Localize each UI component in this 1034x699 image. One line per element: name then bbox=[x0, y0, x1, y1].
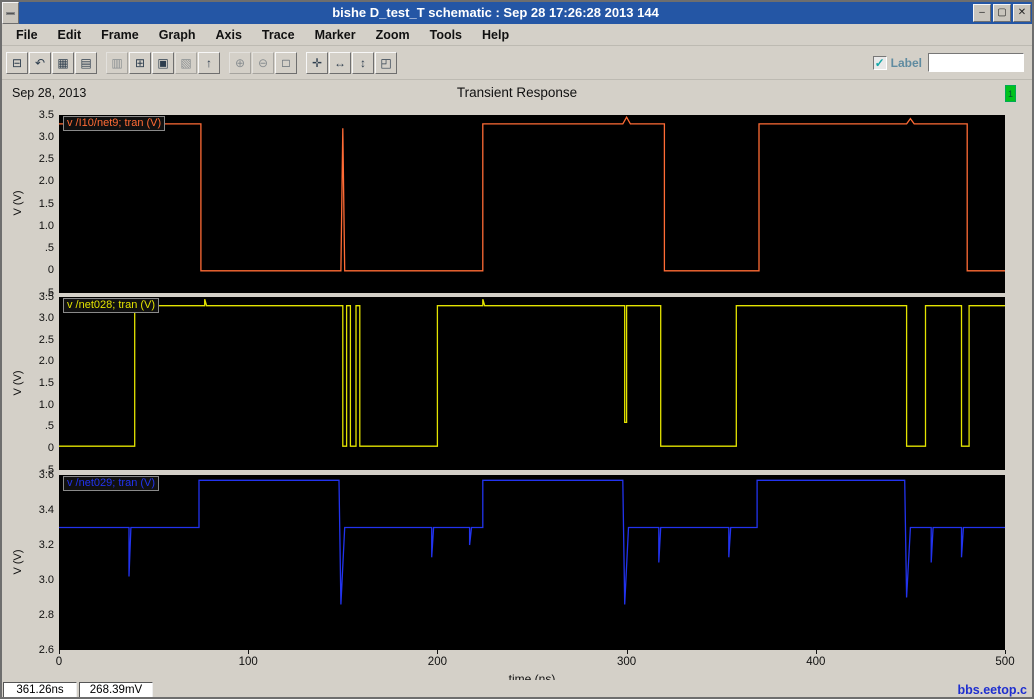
y-tick-label: 1.5 bbox=[38, 377, 54, 389]
y-tick-label: 1.0 bbox=[38, 398, 54, 411]
menu-help[interactable]: Help bbox=[472, 24, 519, 46]
zoom-in-icon[interactable]: ⊕ bbox=[229, 52, 251, 74]
y-tick-label: 2.5 bbox=[38, 333, 54, 346]
trace-label-2[interactable]: v /net028; tran (V) bbox=[63, 298, 160, 313]
label-checkbox[interactable]: ✓ bbox=[872, 55, 887, 70]
y-tick-label: 3.0 bbox=[38, 312, 54, 325]
plot-panel-1[interactable]: v /I10/net9; tran (V) bbox=[59, 115, 1005, 293]
x-tick-label: 200 bbox=[427, 656, 447, 668]
x-tick-mark bbox=[248, 650, 250, 654]
minimize-button[interactable]: – bbox=[973, 4, 991, 22]
zoom-box-icon[interactable]: □ bbox=[275, 52, 297, 74]
titlebar: bishe D_test_T schematic : Sep 28 17:26:… bbox=[2, 2, 1032, 24]
y-axis-title: V (V) bbox=[12, 548, 24, 575]
grid-icon[interactable]: ▦ bbox=[52, 52, 74, 74]
waveform-trace-1[interactable] bbox=[59, 115, 1005, 272]
y-tick-label: 1.5 bbox=[38, 197, 54, 210]
y-tick-label: 3.6 bbox=[38, 468, 54, 481]
y-tick-label: 3.4 bbox=[38, 503, 54, 516]
page-title: Transient Response bbox=[456, 85, 578, 100]
label-input[interactable] bbox=[928, 53, 1024, 72]
menu-graph[interactable]: Graph bbox=[149, 24, 206, 46]
window-menu-icon bbox=[6, 11, 15, 15]
toolbar-icons: ⊟ ↶ ▦ ▤ ▥ ⊞ ▣ ▧ ↑ ⊕ ⊖ □ ✛ ↔ ↕ ◰ bbox=[6, 52, 398, 74]
strip-chart-icon[interactable]: ▤ bbox=[75, 52, 97, 74]
marker-x-readout: 361.26ns bbox=[3, 682, 77, 697]
menu-zoom[interactable]: Zoom bbox=[366, 24, 420, 46]
close-button[interactable]: ✕ bbox=[1013, 4, 1031, 22]
y-tick-label: 1.0 bbox=[38, 219, 54, 232]
y-axis-title: V (V) bbox=[12, 369, 24, 396]
zoom-out-icon[interactable]: ⊖ bbox=[252, 52, 274, 74]
y-tick-label: 3.2 bbox=[38, 538, 54, 551]
toolbar: ⊟ ↶ ▦ ▤ ▥ ⊞ ▣ ▧ ↑ ⊕ ⊖ □ ✛ ↔ ↕ ◰ ✓ Label bbox=[2, 47, 1032, 80]
x-tick-mark bbox=[626, 650, 628, 654]
pan-icon[interactable]: ✛ bbox=[306, 52, 328, 74]
trace-label-1[interactable]: v /I10/net9; tran (V) bbox=[63, 116, 166, 131]
x-tick-label: 100 bbox=[238, 656, 258, 668]
y-tick-label: .5 bbox=[44, 420, 54, 433]
y-tick-label: 3.5 bbox=[38, 290, 54, 303]
y-axis-title: V (V) bbox=[12, 190, 24, 216]
paste-window-icon[interactable]: ▣ bbox=[152, 52, 174, 74]
x-tick-mark bbox=[815, 650, 817, 654]
menu-tools[interactable]: Tools bbox=[420, 24, 472, 46]
pan-y-icon[interactable]: ↕ bbox=[352, 52, 374, 74]
menu-trace[interactable]: Trace bbox=[252, 24, 305, 46]
y-tick-label: 2.5 bbox=[38, 153, 54, 165]
marker-icon[interactable]: ↑ bbox=[198, 52, 220, 74]
y-tick-label: 0 bbox=[47, 441, 54, 454]
waveform-trace-3[interactable] bbox=[59, 479, 1005, 605]
maximize-button[interactable]: ▢ bbox=[993, 4, 1011, 22]
menu-marker[interactable]: Marker bbox=[305, 24, 366, 46]
watermark: bbs.eetop.c bbox=[957, 683, 1027, 697]
page-indicator-badge: 1 bbox=[1005, 85, 1016, 102]
menubar: File Edit Frame Graph Axis Trace Marker Zoom Too… bbox=[2, 24, 1032, 46]
menu-file[interactable]: File bbox=[6, 24, 48, 46]
x-tick-label: 500 bbox=[995, 656, 1015, 668]
y-tick-label: 3.5 bbox=[38, 108, 54, 121]
x-tick-mark bbox=[1005, 650, 1006, 654]
check-icon: ✓ bbox=[874, 55, 885, 70]
menu-frame[interactable]: Frame bbox=[91, 24, 149, 46]
trace-label-3[interactable]: v /net029; tran (V) bbox=[63, 476, 160, 491]
x-tick-label: 300 bbox=[617, 656, 637, 668]
waveform-trace-2[interactable] bbox=[59, 299, 1005, 447]
copy-window-icon[interactable]: ⊞ bbox=[129, 52, 151, 74]
label-checkbox-text: Label bbox=[890, 55, 922, 70]
plot-panel-2[interactable]: v /net028; tran (V) bbox=[59, 297, 1005, 470]
x-tick-mark bbox=[437, 650, 439, 654]
y-tick-label: 2.8 bbox=[38, 608, 54, 621]
y-tick-label: .5 bbox=[44, 242, 54, 254]
fit-view-icon[interactable]: ◰ bbox=[375, 52, 397, 74]
y-tick-label: 2.6 bbox=[38, 643, 54, 656]
marker-y-readout: 268.39mV bbox=[79, 682, 153, 697]
statusbar: 361.26ns 268.39mV bbs.eetop.c bbox=[2, 680, 1032, 697]
overlay-chart-icon[interactable]: ▥ bbox=[106, 52, 128, 74]
plot-panel-3[interactable]: v /net029; tran (V) bbox=[59, 475, 1005, 650]
y-tick-label: 3.0 bbox=[38, 573, 54, 586]
y-tick-label: 2.0 bbox=[38, 175, 54, 188]
pan-x-icon[interactable]: ↔ bbox=[329, 52, 351, 74]
x-tick-mark bbox=[59, 650, 60, 654]
label-group: ✓ Label bbox=[872, 53, 1024, 72]
print-icon[interactable]: ⊟ bbox=[6, 52, 28, 74]
menu-edit[interactable]: Edit bbox=[48, 24, 92, 46]
delete-subwindow-icon[interactable]: ▧ bbox=[175, 52, 197, 74]
y-tick-label: 0 bbox=[47, 264, 54, 277]
x-tick-label: 0 bbox=[55, 656, 63, 668]
y-tick-label: 2.0 bbox=[38, 355, 54, 368]
menu-axis[interactable]: Axis bbox=[206, 24, 252, 46]
window-title: bishe D_test_T schematic : Sep 28 17:26:… bbox=[332, 5, 659, 20]
header-strip: Sep 28, 2013 Transient Response 1 bbox=[2, 81, 1032, 107]
undo-icon[interactable]: ↶ bbox=[29, 52, 51, 74]
app-window: bishe D_test_T schematic : Sep 28 17:26:… bbox=[0, 0, 1034, 699]
window-menu-button[interactable] bbox=[2, 2, 19, 24]
x-tick-label: 400 bbox=[806, 656, 826, 668]
y-tick-label: 3.0 bbox=[38, 130, 54, 143]
